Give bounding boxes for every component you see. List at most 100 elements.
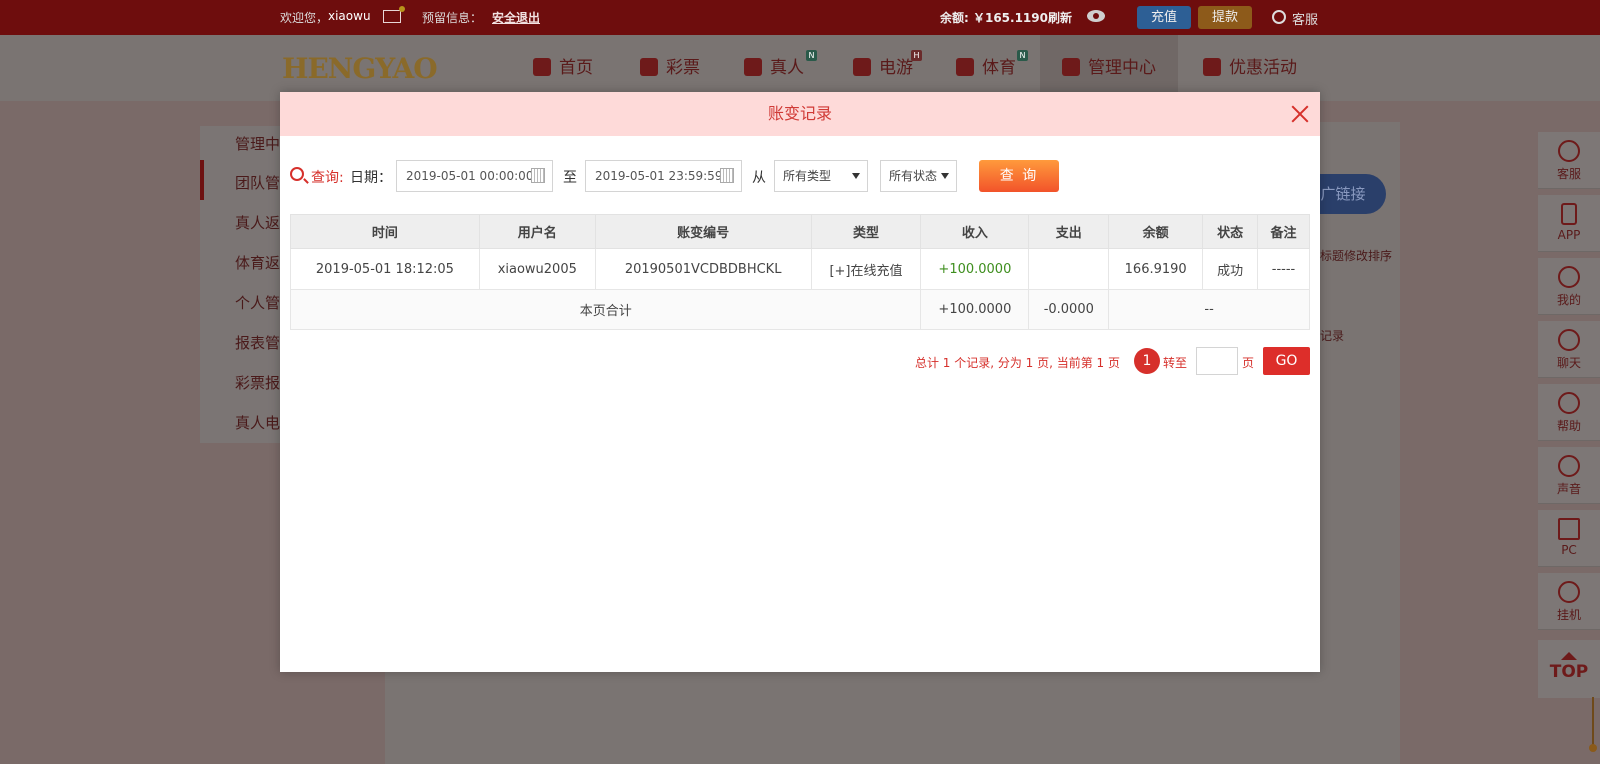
- goto-label: 转至: [1163, 356, 1188, 370]
- nav-badge-new: N: [1017, 50, 1028, 61]
- sidebar-active-bar: [200, 160, 204, 200]
- nav-management[interactable]: 管理中心: [1062, 56, 1156, 80]
- users-icon: [1062, 58, 1080, 76]
- cell-change-id: 20190501VCDBDBHCKL: [594, 248, 812, 290]
- col-status: 状态: [1202, 214, 1259, 249]
- eye-icon[interactable]: [1087, 10, 1105, 22]
- top-label: TOP: [1549, 662, 1589, 682]
- date-label: 日期：: [350, 170, 392, 186]
- customer-service-icon[interactable]: [1272, 10, 1286, 24]
- nav-label: 首页: [559, 58, 593, 78]
- help-icon: [1558, 392, 1580, 414]
- nav-badge-hot: H: [911, 50, 922, 61]
- scroll-handle[interactable]: [1589, 744, 1597, 752]
- nav-slots[interactable]: 电游: [853, 56, 913, 80]
- col-remark: 备注: [1257, 214, 1310, 249]
- nav-label: 彩票: [666, 58, 700, 78]
- float-label: 声音: [1556, 482, 1581, 496]
- refresh-link[interactable]: 刷新: [1048, 9, 1072, 26]
- nav-home[interactable]: 首页: [533, 56, 593, 80]
- page-suffix: 页: [1242, 356, 1255, 370]
- dealer-icon: [744, 58, 762, 76]
- pagination: 总计 1 个记录, 分为 1 页, 当前第 1 页 1 转至 页 GO: [280, 347, 1310, 375]
- to-label: 至: [563, 170, 577, 186]
- float-chat[interactable]: 聊天: [1538, 321, 1600, 378]
- records-table: 时间 用户名 账变编号 类型 收入 支出 余额 状态 备注 2019-05-01…: [289, 214, 1310, 330]
- nav-promotions[interactable]: 优惠活动: [1203, 56, 1297, 80]
- robot-icon: [1558, 581, 1580, 603]
- balance-text: 余额: ￥165.1190: [940, 11, 1048, 25]
- status-select-value: 所有状态: [889, 169, 938, 183]
- nav-lottery[interactable]: 彩票: [640, 56, 700, 80]
- slot-icon: [853, 58, 871, 76]
- nav-label: 真人: [770, 58, 804, 78]
- reserved-info: 预留信息：: [422, 11, 483, 25]
- user-icon: [1558, 266, 1580, 288]
- float-pc[interactable]: PC: [1538, 510, 1600, 567]
- query-button[interactable]: 查 询: [979, 160, 1059, 192]
- float-app[interactable]: APP: [1538, 195, 1600, 252]
- modal-header: 账变记录: [280, 92, 1320, 136]
- float-label: 帮助: [1556, 419, 1581, 433]
- nav-label: 管理中心: [1088, 58, 1156, 78]
- float-hangup[interactable]: 挂机: [1538, 573, 1600, 630]
- col-type: 类型: [810, 214, 922, 249]
- summary-income: +100.0000: [920, 289, 1030, 330]
- col-balance: 余额: [1108, 214, 1204, 249]
- username: xiaowu: [328, 9, 371, 23]
- scroll-track[interactable]: [1592, 697, 1594, 747]
- summary-expense: -0.0000: [1028, 289, 1110, 330]
- float-customer-service[interactable]: 客服: [1538, 132, 1600, 189]
- query-label: 查询:: [311, 170, 344, 186]
- float-sound[interactable]: 声音: [1538, 447, 1600, 504]
- col-username: 用户名: [478, 214, 596, 249]
- col-change-id: 账变编号: [594, 214, 812, 249]
- query-bar: 查询: 日期： 2019-05-01 00:00:00 至 2019-05-01…: [290, 160, 1310, 192]
- float-label: 客服: [1556, 167, 1581, 181]
- logout-link[interactable]: 安全退出: [492, 9, 540, 26]
- nav-label: 体育: [982, 58, 1016, 78]
- nav-label: 优惠活动: [1229, 58, 1297, 78]
- top-bar: 欢迎您， xiaowu 预留信息： 安全退出 余额: ￥165.1190 刷新 …: [0, 0, 1600, 35]
- type-select-value: 所有类型: [783, 169, 832, 183]
- status-select[interactable]: 所有状态: [880, 160, 957, 192]
- deposit-button[interactable]: 充值: [1137, 6, 1191, 29]
- end-date-input[interactable]: 2019-05-01 23:59:59: [585, 160, 742, 192]
- customer-service-link[interactable]: 客服: [1292, 9, 1318, 28]
- caret-down-icon: [941, 173, 949, 179]
- ticket-icon: [640, 58, 658, 76]
- nav-sports[interactable]: 体育: [956, 56, 1016, 80]
- calendar-icon[interactable]: [720, 168, 734, 183]
- start-date-value: 2019-05-01 00:00:00: [406, 169, 534, 183]
- go-button[interactable]: GO: [1263, 347, 1310, 375]
- monitor-icon: [1558, 518, 1580, 540]
- from-label: 从: [752, 170, 766, 186]
- table-header-row: 时间 用户名 账变编号 类型 收入 支出 余额 状态 备注: [290, 214, 1310, 249]
- withdraw-button[interactable]: 提款: [1198, 6, 1252, 29]
- site-logo[interactable]: HENGYAO: [282, 51, 488, 87]
- cell-income: +100.0000: [920, 248, 1030, 290]
- float-mine[interactable]: 我的: [1538, 258, 1600, 315]
- summary-label: 本页合计: [289, 289, 922, 330]
- float-label: 我的: [1556, 293, 1581, 307]
- welcome-text: 欢迎您，: [280, 11, 329, 25]
- page-number-current[interactable]: 1: [1134, 348, 1160, 374]
- trophy-icon: [956, 58, 974, 76]
- cell-status: 成功: [1202, 248, 1259, 290]
- float-help[interactable]: 帮助: [1538, 384, 1600, 441]
- mail-icon[interactable]: [383, 6, 405, 23]
- arrow-up-icon: [1561, 652, 1577, 660]
- close-icon[interactable]: [1290, 104, 1310, 124]
- back-to-top-button[interactable]: TOP: [1538, 640, 1600, 698]
- page-jump-input[interactable]: [1196, 347, 1238, 375]
- nav-live[interactable]: 真人: [744, 56, 804, 80]
- type-select[interactable]: 所有类型: [774, 160, 868, 192]
- record-link[interactable]: 记录: [1320, 327, 1344, 344]
- cell-expense: [1028, 248, 1110, 290]
- calendar-icon[interactable]: [531, 168, 545, 183]
- col-expense: 支出: [1028, 214, 1110, 249]
- col-income: 收入: [920, 214, 1030, 249]
- float-label: APP: [1557, 228, 1581, 242]
- start-date-input[interactable]: 2019-05-01 00:00:00: [396, 160, 553, 192]
- pagination-info: 总计 1 个记录, 分为 1 页, 当前第 1 页: [914, 356, 1120, 370]
